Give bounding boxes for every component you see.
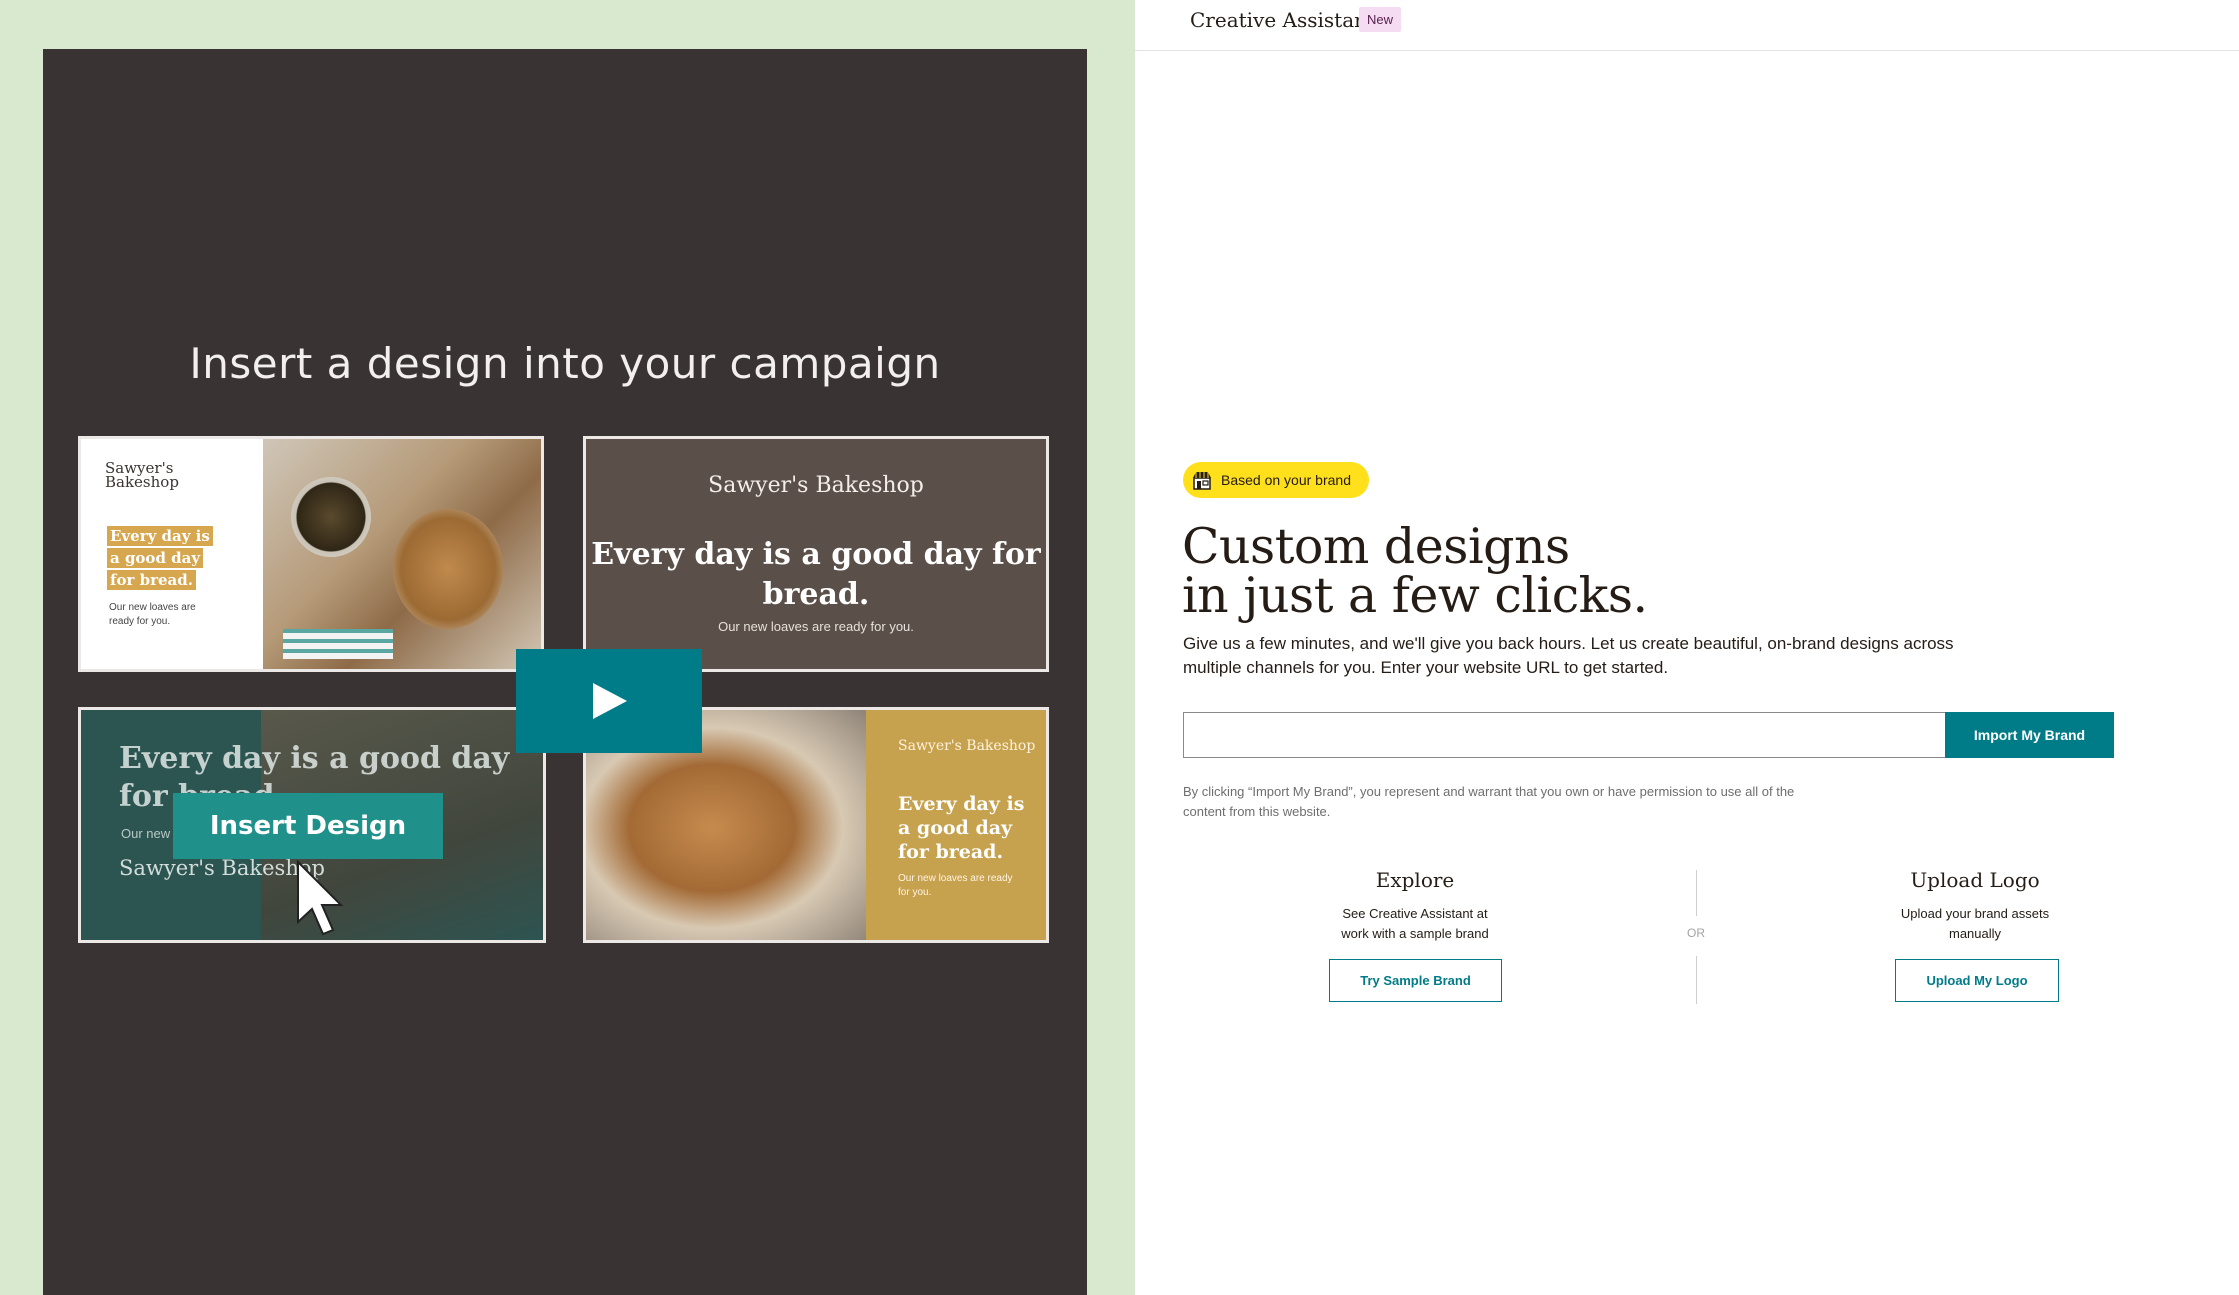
insert-design-button: Insert Design (173, 793, 443, 859)
page-headline: Custom designs in just a few clicks. (1182, 522, 1648, 620)
page-description: Give us a few minutes, and we'll give yo… (1183, 634, 1954, 677)
upload-my-logo-button[interactable]: Upload My Logo (1895, 959, 2059, 1002)
headline-line-2: in just a few clicks. (1182, 567, 1648, 624)
explore-description: See Creative Assistant at work with a sa… (1341, 906, 1489, 941)
card-brand: Sawyer's Bakeshop (898, 738, 1036, 754)
card-headline: Every day is a good day for bread. (591, 537, 1041, 612)
upload-logo-description: Upload your brand assets manually (1900, 906, 2050, 941)
app-title: Creative Assistant (1190, 8, 1376, 32)
new-badge: New (1359, 7, 1402, 32)
divider-bottom (1696, 956, 1697, 1004)
play-icon (593, 683, 627, 719)
card-subtext: Our new loaves are ready for you. (898, 873, 1013, 898)
video-preview[interactable]: Insert a design into your campaign Sawye… (43, 49, 1087, 1295)
or-separator: OR (1687, 926, 1705, 940)
headline-line-1: Custom designs (1182, 518, 1570, 575)
storefront-icon (1193, 472, 1211, 490)
explore-section: Explore See Creative Assistant at work w… (1329, 868, 1501, 944)
brand-pill-label: Based on your brand (1221, 472, 1351, 488)
header-bar: Creative Assistant New (1135, 0, 2239, 51)
card-subtext: Our new loaves are ready for you. (109, 602, 196, 627)
card-brand: Sawyer's Bakeshop (105, 459, 179, 491)
import-my-brand-button[interactable]: Import My Brand (1945, 712, 2114, 758)
design-card-3: Every day is a good day for bread. Our n… (78, 707, 546, 943)
card-brand: Sawyer's Bakeshop (708, 473, 924, 498)
card-subtext: Our new loaves are ready for you. (718, 619, 914, 634)
brand-pill: Based on your brand (1183, 462, 1369, 498)
disclaimer-text: By clicking “Import My Brand”, you repre… (1183, 784, 1795, 819)
upload-logo-title: Upload Logo (1910, 868, 2040, 892)
try-sample-brand-button[interactable]: Try Sample Brand (1329, 959, 1502, 1002)
upload-logo-section: Upload Logo Upload your brand assets man… (1900, 868, 2050, 944)
card-subtext: Our new (121, 826, 171, 841)
card-brand: Sawyer's Bakeshop (119, 856, 325, 880)
card-headline: Every day is a good day for bread. (898, 793, 1025, 863)
design-card-1: Sawyer's Bakeshop Every day is a good da… (78, 436, 544, 672)
video-title: Insert a design into your campaign (189, 339, 941, 388)
cursor-icon (297, 860, 344, 936)
design-card-2: Sawyer's Bakeshop Every day is a good da… (583, 436, 1049, 672)
website-url-input[interactable] (1183, 712, 1946, 758)
divider-top (1696, 870, 1697, 916)
card-headline: Every day is a good day for bread. (107, 525, 215, 591)
bread-photo (263, 439, 541, 669)
explore-title: Explore (1375, 868, 1455, 892)
play-button[interactable] (516, 649, 702, 753)
